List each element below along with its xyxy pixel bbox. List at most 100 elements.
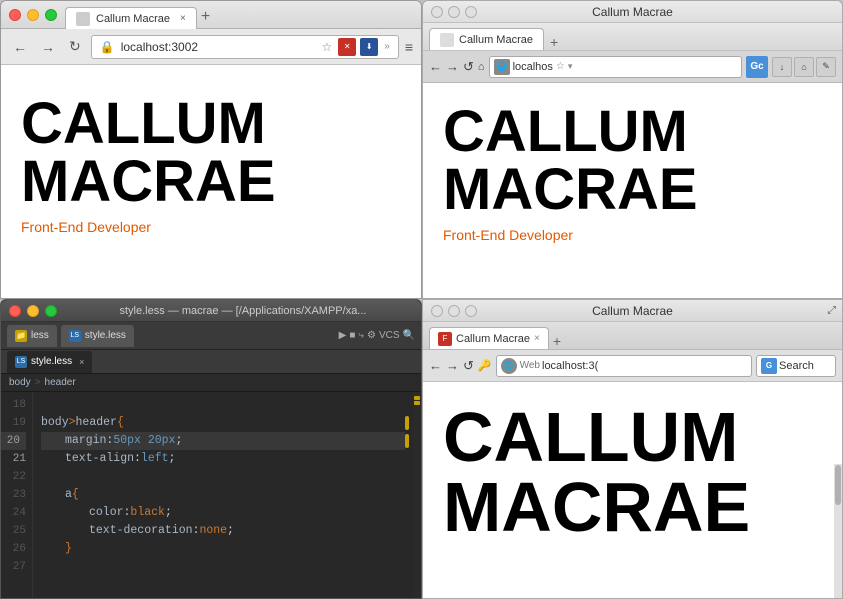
url-arrow-ff: ▾ [568,61,573,72]
ff2-resize-icon[interactable]: ⤢ [827,304,836,317]
ff-max[interactable] [465,6,477,18]
firefox-tab-label: Callum Macrae [459,34,533,46]
editor-title-text: style.less — macrae — [/Applications/XAM… [73,305,413,317]
tab-favicon [76,12,90,26]
code-line-18 [41,396,405,414]
reload-button[interactable]: ↻ [65,36,85,57]
ff2-scroll-thumb[interactable] [835,465,841,505]
ff2-search-bar[interactable]: G Search [756,355,836,377]
ff2-min[interactable] [448,305,460,317]
stop-button[interactable]: ■ [349,330,355,341]
editor-right-gutter [413,392,421,599]
new-tab-button[interactable]: + [197,6,214,28]
ext-icon-2: ⬇ [360,38,378,56]
code-line-24: color : black ; [41,504,405,522]
ff-home[interactable]: ⌂ [478,61,485,73]
ff2-forward[interactable]: → [446,358,459,373]
ff2-search-icon: G [761,358,777,374]
folder-icon: 📁 [15,330,27,342]
ff-tool-1[interactable]: ↓ [772,57,792,77]
tab-favicon-ff [440,33,454,47]
chrome-title-bar: Callum Macrae × + [1,1,421,29]
firefox-window-bottom: Callum Macrae ⤢ F Callum Macrae × + ← → … [422,299,843,599]
play-button[interactable]: ▶ [339,330,347,341]
editor-tab-less-folder[interactable]: 📁 less [7,325,57,347]
code-editor-content[interactable]: body > header { margin : 50px 20px ; tex… [33,392,413,599]
chrome-content: CALLUM MACRAE Front-End Developer [1,65,421,298]
location-icon: 🔒 [100,40,115,54]
active-tab-close[interactable]: × [79,357,84,367]
ff2-url: localhost:3( [542,360,598,372]
ff2-new-tab[interactable]: + [549,333,565,349]
back-button[interactable]: ← [9,37,31,57]
ff-forward[interactable]: → [446,59,459,74]
code-line-20: margin : 50px 20px ; [41,432,405,450]
site-name-ff: CALLUM MACRAE [443,103,822,219]
ff2-reload[interactable]: ↺ [463,358,474,374]
forward-button[interactable]: → [37,37,59,57]
editor-max[interactable] [45,305,57,317]
chrome-menu-button[interactable]: ≡ [405,39,413,55]
firefox-tab[interactable]: Callum Macrae [429,28,544,50]
editor-toolbar: 📁 less LS style.less ▶ ■ ⤷ ⚙ VCS 🔍 [1,322,421,350]
editor-tab-style-less[interactable]: LS style.less [61,325,134,347]
ff-close[interactable] [431,6,443,18]
ff2-tab[interactable]: F Callum Macrae × [429,327,549,349]
chrome-omnibox[interactable]: 🔒 localhost:3002 ☆ ✕ ⬇ » [91,35,399,59]
minimize-button[interactable] [27,9,39,21]
editor-close[interactable] [9,305,21,317]
code-line-23: a { [41,486,405,504]
ff-tool-2[interactable]: ⌂ [794,57,814,77]
site-name-ff-line2: MACRAE [443,157,698,222]
line-numbers: 18 19 20 21 22 23 24 25 26 27 [1,392,33,599]
ff2-title-text: Callum Macrae [431,304,834,318]
ext-icon-1: ✕ [338,38,356,56]
maximize-button[interactable] [45,9,57,21]
editor-toolbar-buttons: ▶ ■ ⤷ ⚙ VCS 🔍 [339,330,415,341]
gutter-mark-2 [414,401,420,405]
step-over-button[interactable]: ⤷ [358,330,364,341]
editor-active-tab[interactable]: LS style.less × [7,351,92,373]
ff2-scrollbar[interactable] [834,464,842,598]
chrome-tab-bar: Callum Macrae × + [65,1,413,28]
ff-reload[interactable]: ↺ [463,59,474,75]
ff2-globe-icon: 🌐 [501,358,517,374]
ff2-name-line1: CALLUM [443,398,738,476]
ff2-tab-close[interactable]: × [534,333,540,344]
ff-back[interactable]: ← [429,59,442,74]
editor-title-bar: style.less — macrae — [/Applications/XAM… [1,300,421,322]
site-name: CALLUM MACRAE [21,95,401,211]
chrome-tab[interactable]: Callum Macrae × [65,7,197,29]
url-display: localhost:3002 [121,40,316,54]
editor-min[interactable] [27,305,39,317]
site-subtitle-ff: Front-End Developer [443,227,822,243]
code-line-19: body > header { [41,414,405,432]
settings-button[interactable]: ⚙ [367,330,376,341]
vcs-button[interactable]: VCS [379,330,400,341]
ff2-location-bar[interactable]: 🌐 Web localhost:3( [496,355,752,377]
gutter-mark-20 [405,434,409,448]
firefox-window-top: Callum Macrae Callum Macrae + ← → ↺ ⌂ 🌐 … [422,0,843,299]
google-icon-box: Gc [746,56,768,78]
firefox-title-bar: Callum Macrae [423,1,842,23]
breadcrumb-header: header [45,377,76,388]
ff2-name-line2: MACRAE [443,468,750,546]
ff2-title-bar: Callum Macrae ⤢ [423,300,842,322]
file-less-icon: LS [69,330,81,342]
ff-tool-3[interactable]: ✎ [816,57,836,77]
ff2-max-btn[interactable] [465,305,477,317]
ff-min[interactable] [448,6,460,18]
site-name-line1: CALLUM [21,91,266,156]
ff2-key-icon[interactable]: 🔑 [478,359,492,372]
search-files-button[interactable]: 🔍 [403,330,415,341]
close-button[interactable] [9,9,21,21]
ff2-site-name: CALLUM MACRAE [443,402,822,542]
ff-url: localhos [513,61,553,73]
tab-close-button[interactable]: × [180,13,186,24]
ff2-close[interactable] [431,305,443,317]
ff-location-bar[interactable]: 🌐 localhos ☆ ▾ [489,56,742,78]
firefox-traffic-lights [431,6,477,18]
ff-new-tab-button[interactable]: + [544,34,564,50]
ff2-favicon: F [438,332,452,346]
ff2-back[interactable]: ← [429,358,442,373]
